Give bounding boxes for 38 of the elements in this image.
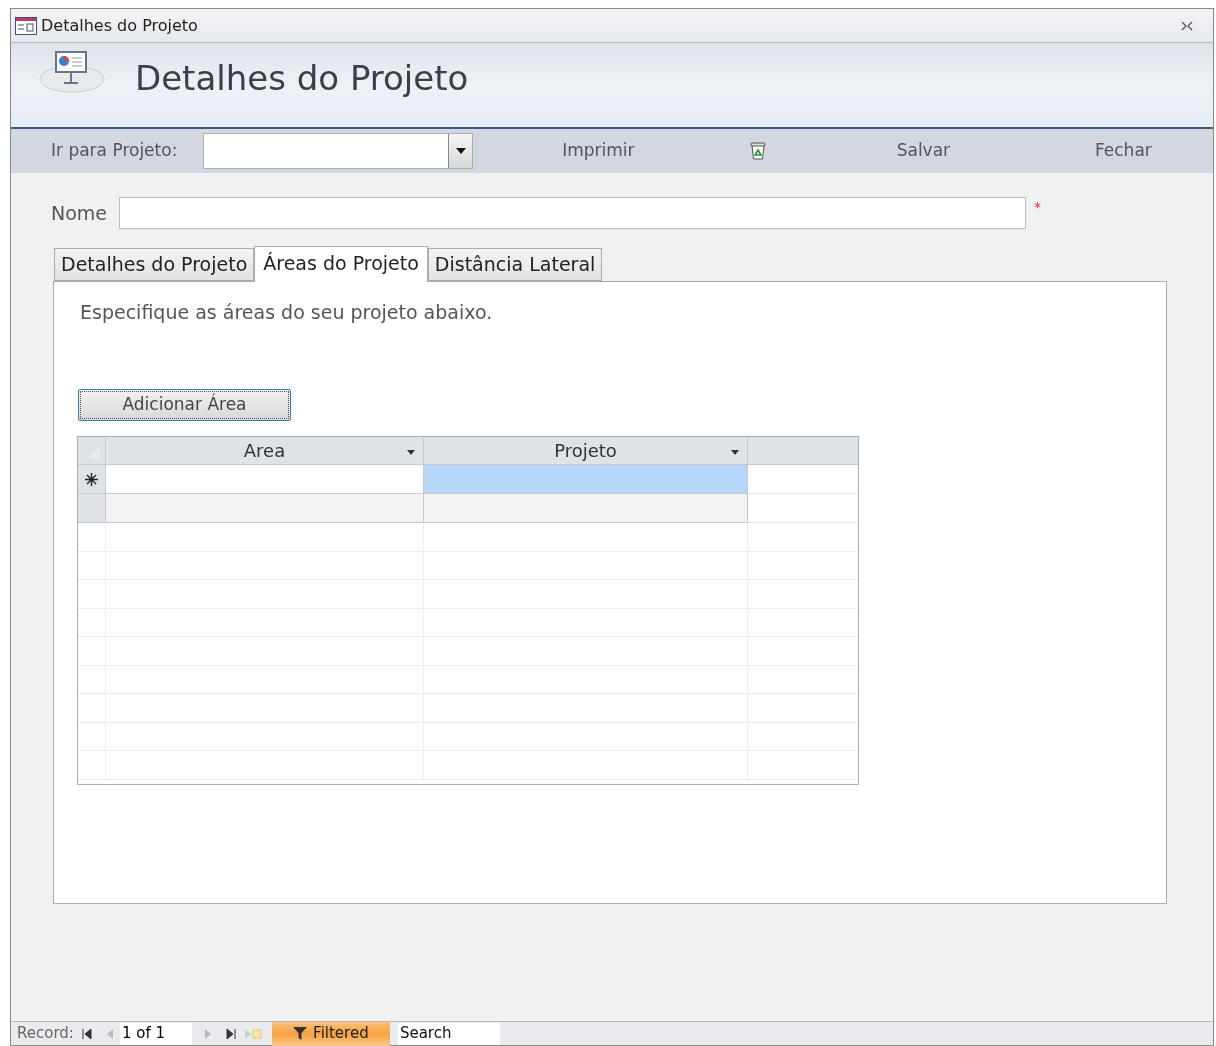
tab[interactable]: Áreas do Projeto xyxy=(254,246,428,282)
form-header-title: Detalhes do Projeto xyxy=(135,57,469,100)
required-mark: * xyxy=(1034,198,1041,217)
name-field[interactable] xyxy=(119,197,1026,229)
toolbar-button[interactable]: Imprimir xyxy=(562,138,635,164)
form-icon xyxy=(15,16,37,35)
dropdown-arrow-icon[interactable] xyxy=(731,450,739,455)
presentation-icon xyxy=(39,49,105,93)
record-label: Record: xyxy=(17,1023,74,1045)
record-selector[interactable] xyxy=(78,465,106,494)
dropdown-arrow-icon[interactable] xyxy=(407,450,415,455)
first-record-icon[interactable] xyxy=(81,1028,92,1039)
tab[interactable]: Detalhes do Projeto xyxy=(54,248,255,281)
tab[interactable]: Distância Lateral xyxy=(427,248,603,281)
record-position-field[interactable]: 1 of 1 xyxy=(119,1022,192,1045)
new-record-icon xyxy=(85,472,98,486)
instruction-text: Especifique as áreas do seu projeto abaixo. xyxy=(80,300,493,325)
filter-toggle-button[interactable]: Filtered xyxy=(271,1021,390,1046)
goto-label: Ir para Projeto: xyxy=(51,139,178,163)
recycle-bin-icon[interactable] xyxy=(750,142,767,160)
table-cell[interactable] xyxy=(424,465,748,494)
table-cell[interactable] xyxy=(424,494,748,523)
name-label: Nome xyxy=(51,200,109,226)
close-icon[interactable] xyxy=(1181,20,1193,31)
table-cell[interactable] xyxy=(106,494,424,523)
project-combo-box[interactable] xyxy=(203,133,474,169)
filter-icon xyxy=(293,1027,308,1040)
next-record-icon[interactable] xyxy=(203,1028,212,1039)
window-title: Detalhes do Projeto xyxy=(41,14,198,37)
dropdown-arrow-icon xyxy=(455,148,466,154)
toolbar-button[interactable]: Fechar xyxy=(1094,138,1152,164)
toolbar-button[interactable]: Salvar xyxy=(896,138,951,164)
add-area-button[interactable]: Adicionar Área xyxy=(78,389,291,421)
table-cell[interactable] xyxy=(106,465,424,494)
last-record-icon[interactable] xyxy=(225,1028,236,1039)
new-record-icon[interactable] xyxy=(243,1028,262,1039)
search-field[interactable]: Search xyxy=(397,1022,500,1045)
previous-record-icon[interactable] xyxy=(105,1028,114,1039)
